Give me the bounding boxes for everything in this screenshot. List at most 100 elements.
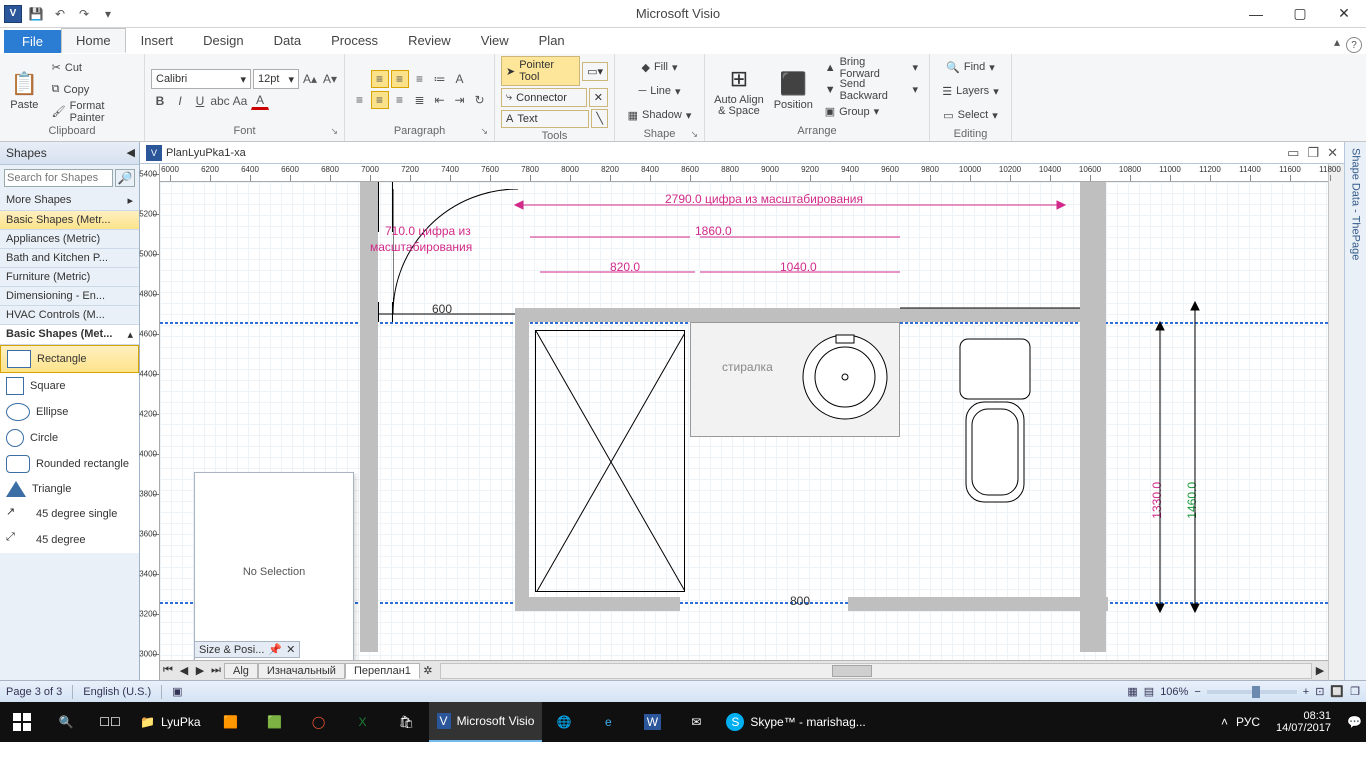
group-button[interactable]: ▣Group▾ (820, 101, 923, 123)
auto-align-button[interactable]: ⊞ Auto Align & Space (711, 61, 767, 119)
shape-dialog-launcher[interactable]: ↘ (690, 129, 698, 140)
shapes-search-input[interactable] (4, 169, 113, 187)
pan-zoom-icon[interactable]: 🔲 (1330, 685, 1344, 698)
tray-overflow-icon[interactable]: ˄ (1221, 715, 1228, 729)
data-tab[interactable]: Data (259, 28, 316, 53)
excel-button[interactable]: X (341, 702, 385, 742)
minimize-button[interactable]: — (1234, 0, 1278, 27)
switch-windows-icon[interactable]: ❐ (1350, 685, 1360, 698)
design-tab[interactable]: Design (188, 28, 258, 53)
select-button[interactable]: ▭Select▾ (938, 104, 1003, 126)
align-left-icon[interactable]: ≡ (351, 91, 369, 109)
zoom-out-icon[interactable]: − (1194, 686, 1200, 698)
align-bottom-icon[interactable]: ≡ (411, 70, 429, 88)
macro-record-icon[interactable]: ▣ (172, 685, 182, 698)
shape-item[interactable]: ⤢45 degree (0, 527, 139, 553)
underline-icon[interactable]: U (191, 92, 209, 110)
new-page-icon[interactable]: ✲ (420, 664, 436, 677)
font-color-icon[interactable]: A (251, 92, 269, 110)
bullets-icon[interactable]: ≔ (431, 70, 449, 88)
page-tab[interactable]: Переплан1 (345, 663, 420, 679)
shape-item[interactable]: Circle (0, 425, 139, 451)
opera-button[interactable]: ◯ (297, 702, 341, 742)
horizontal-scrollbar[interactable] (440, 663, 1312, 679)
increase-indent-icon[interactable]: ⇥ (451, 91, 469, 109)
input-language[interactable]: РУС (1236, 715, 1260, 729)
language-indicator[interactable]: English (U.S.) (83, 686, 151, 698)
page-last-icon[interactable]: ⏭ (208, 664, 224, 677)
file-tab[interactable]: File (4, 30, 61, 53)
review-tab[interactable]: Review (393, 28, 466, 53)
view-normal-icon[interactable]: ▦ (1127, 685, 1137, 698)
rotate-text-icon[interactable]: ↻ (471, 91, 489, 109)
align-top-icon[interactable]: ≡ (371, 70, 389, 88)
align-right-icon[interactable]: ≡ (391, 91, 409, 109)
taskbar-app[interactable]: 🟧 (209, 702, 253, 742)
pin-icon[interactable]: 📌 (268, 643, 282, 656)
visio-taskbar-button[interactable]: VMicrosoft Visio (429, 702, 543, 742)
strike-icon[interactable]: abc (211, 92, 229, 110)
pointer-tool-button[interactable]: ➤Pointer Tool (501, 56, 580, 86)
font-size-combo[interactable]: 12pt▾ (253, 69, 299, 89)
file-explorer-button[interactable]: 📁LyuPka (132, 702, 209, 742)
help-icon[interactable]: ? (1346, 37, 1362, 53)
drawing-canvas[interactable]: стиралка (160, 182, 1328, 660)
paste-button[interactable]: 📋 Paste (6, 66, 43, 113)
stencil-bar[interactable]: Appliances (Metric) (0, 230, 139, 249)
page-next-icon[interactable]: ▶ (192, 664, 208, 677)
line-tool-button[interactable]: ╲ (591, 109, 608, 128)
chrome-button[interactable]: 🌐 (542, 702, 586, 742)
mdi-close-icon[interactable]: ✕ (1327, 145, 1338, 161)
mail-button[interactable]: ✉ (674, 702, 718, 742)
size-position-tab[interactable]: Size & Posi...📌✕ (194, 641, 300, 658)
cut-button[interactable]: ✂Cut (47, 57, 138, 79)
close-icon[interactable]: ✕ (286, 643, 295, 656)
mdi-restore-icon[interactable]: ❐ (1307, 145, 1319, 161)
decrease-font-icon[interactable]: A▾ (321, 70, 339, 88)
font-name-combo[interactable]: Calibri▾ (151, 69, 251, 89)
app-icon[interactable]: V (4, 5, 22, 23)
freeform-tool-button[interactable]: ✕ (589, 88, 608, 107)
format-painter-button[interactable]: 🖌Format Painter (47, 101, 138, 123)
action-center-icon[interactable]: 💬 (1347, 715, 1362, 729)
skype-button[interactable]: SSkype™ - marishag... (718, 702, 873, 742)
page-tab[interactable]: Изначальный (258, 663, 345, 679)
store-button[interactable]: 🛍 (385, 702, 429, 742)
vertical-ruler[interactable]: 5400520050004800460044004200400038003600… (140, 164, 160, 680)
shape-item[interactable]: ↗45 degree single (0, 501, 139, 527)
connector-tool-button[interactable]: ⤷Connector (501, 88, 587, 107)
stencil-bar[interactable]: Basic Shapes (Metr... (0, 211, 139, 230)
align-center-icon[interactable]: ≡ (371, 91, 389, 109)
zoom-slider[interactable] (1207, 690, 1297, 694)
page-tab[interactable]: Alg (224, 663, 258, 679)
close-button[interactable]: ✕ (1322, 0, 1366, 27)
italic-icon[interactable]: I (171, 92, 189, 110)
vertical-scrollbar[interactable] (1328, 164, 1344, 680)
search-button[interactable]: 🔍 (44, 702, 88, 742)
stencil-bar[interactable]: Bath and Kitchen P... (0, 249, 139, 268)
zoom-in-icon[interactable]: + (1303, 686, 1309, 698)
horizontal-ruler[interactable]: 6000620064006600680070007200740076007800… (160, 164, 1328, 182)
plan-tab[interactable]: Plan (524, 28, 580, 53)
more-shapes-button[interactable]: More Shapes▸ (0, 191, 139, 211)
redo-icon[interactable]: ↷ (74, 4, 94, 24)
page-prev-icon[interactable]: ◀ (176, 664, 192, 677)
bring-forward-button[interactable]: ▲Bring Forward▾ (820, 57, 923, 79)
justify-icon[interactable]: ≣ (411, 91, 429, 109)
stencil-bar[interactable]: HVAC Controls (M... (0, 306, 139, 325)
task-view-button[interactable]: ☐☐ (88, 702, 132, 742)
align-middle-icon[interactable]: ≡ (391, 70, 409, 88)
paragraph-dialog-launcher[interactable]: ↘ (480, 126, 488, 137)
decrease-indent-icon[interactable]: ⇤ (431, 91, 449, 109)
shapes-search-button[interactable]: 🔎 (115, 169, 135, 187)
fit-page-icon[interactable]: ⊡ (1315, 685, 1324, 698)
text-tool-button[interactable]: AText (501, 110, 589, 128)
page-indicator[interactable]: Page 3 of 3 (6, 686, 62, 698)
shapes-collapse-icon[interactable]: ◀ (127, 146, 135, 159)
qat-dropdown-icon[interactable]: ▾ (98, 4, 118, 24)
view-full-icon[interactable]: ▤ (1144, 685, 1154, 698)
minimize-ribbon-icon[interactable]: ▴ (1328, 31, 1346, 53)
shape-item[interactable]: Triangle (0, 477, 139, 501)
maximize-button[interactable]: ▢ (1278, 0, 1322, 27)
home-tab[interactable]: Home (61, 28, 126, 53)
